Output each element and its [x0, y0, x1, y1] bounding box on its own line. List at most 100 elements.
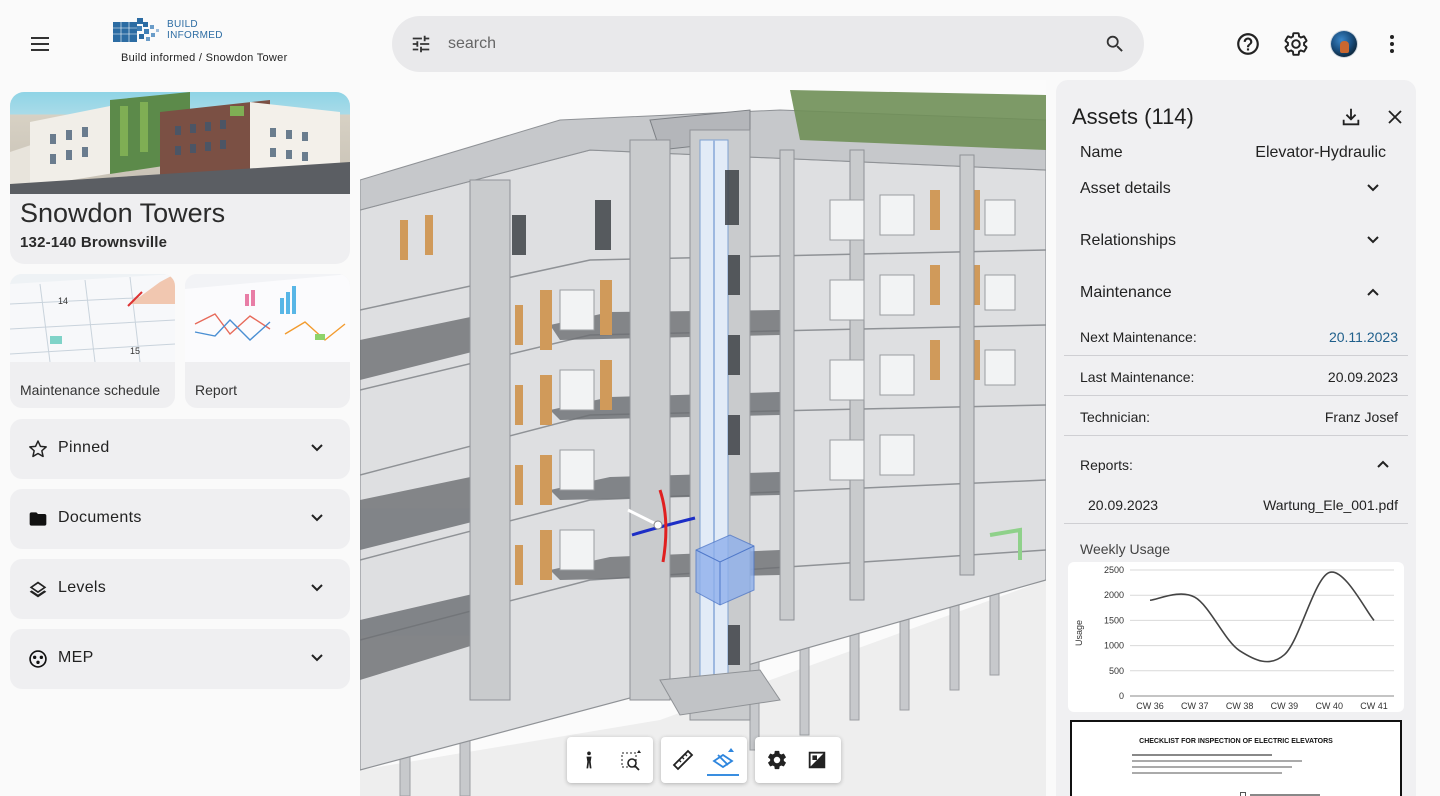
gear-icon[interactable]	[1283, 31, 1309, 57]
accordion-levels[interactable]: Levels	[10, 559, 350, 619]
calendar-thumbnail: 14 15	[10, 274, 175, 362]
section-box-icon	[712, 748, 734, 769]
person-icon	[586, 751, 592, 769]
tile-label: Report	[195, 382, 238, 398]
chevron-up-icon	[1377, 460, 1389, 468]
accordion-label: Documents	[58, 509, 142, 526]
report-date: 20.09.2023	[1088, 497, 1159, 513]
assets-panel: Assets (114) Name Elevator-Hydraulic Ass…	[1056, 80, 1416, 796]
accordion-label: Pinned	[58, 439, 110, 456]
chevron-down-icon	[311, 514, 323, 522]
report-file[interactable]: Wartung_Ele_001.pdf	[1263, 497, 1398, 513]
accordion-documents[interactable]: Documents	[10, 489, 350, 549]
model-browser-button[interactable]	[801, 744, 833, 776]
tile-maintenance-schedule[interactable]: 14 15 Maintenance schedule	[10, 274, 175, 408]
building-model[interactable]	[360, 80, 1046, 796]
star-icon	[29, 440, 47, 458]
gear-icon	[768, 750, 786, 770]
ruler-icon	[672, 749, 694, 771]
zoom-window-button[interactable]	[615, 744, 647, 776]
usage-series-line	[1149, 571, 1375, 663]
document-text-line	[1132, 772, 1282, 774]
section-button[interactable]	[707, 744, 739, 776]
chevron-down-icon	[311, 584, 323, 592]
settings-toolbar	[755, 737, 841, 783]
y-tick-label: 2000	[1104, 590, 1124, 600]
chart-svg: 0 500 1000 1500 2000 2500 CW 36 CW 37 CW 38 CW 39…	[1074, 565, 1394, 711]
project-card[interactable]: Snowdon Towers 132-140 Brownsville	[10, 92, 350, 264]
next-maintenance-label: Next Maintenance:	[1080, 329, 1197, 345]
weekly-usage-chart: 0 500 1000 1500 2000 2500 CW 36 CW 37 CW 38 CW 39…	[1068, 562, 1404, 712]
y-tick-label: 500	[1109, 666, 1124, 676]
x-tick-label: CW 39	[1271, 701, 1299, 711]
x-tick-label: CW 36	[1136, 701, 1164, 711]
project-address: 132-140 Brownsville	[20, 234, 168, 251]
document-text-line	[1132, 754, 1272, 756]
close-icon[interactable]	[1386, 108, 1404, 126]
walk-mode-button[interactable]	[573, 744, 605, 776]
section-maintenance[interactable]: Maintenance	[1080, 284, 1380, 302]
chevron-up-icon	[1367, 288, 1379, 296]
chevron-down-icon	[311, 444, 323, 452]
top-bar: BUILD INFORMED Build informed / Snowdon …	[0, 0, 1440, 80]
contrast-icon	[808, 751, 826, 769]
svg-text:15: 15	[130, 346, 140, 356]
folder-icon	[29, 512, 47, 526]
search-bar	[392, 16, 1144, 72]
next-maintenance-value[interactable]: 20.11.2023	[1329, 329, 1398, 345]
y-tick-label: 1500	[1104, 615, 1124, 625]
chevron-down-icon	[311, 654, 323, 662]
accordion-pinned[interactable]: Pinned	[10, 419, 350, 479]
document-title: CHECKLIST FOR INSPECTION OF ELECTRIC ELE…	[1139, 738, 1333, 745]
reports-row[interactable]: Reports:	[1064, 444, 1408, 484]
help-icon[interactable]	[1235, 31, 1261, 57]
filter-icon[interactable]	[410, 33, 432, 55]
x-tick-label: CW 41	[1360, 701, 1388, 711]
navigation-toolbar	[567, 737, 653, 783]
accordion-label: MEP	[58, 649, 94, 666]
document-preview[interactable]: CHECKLIST FOR INSPECTION OF ELECTRIC ELE…	[1070, 720, 1402, 796]
project-title: Snowdon Towers	[20, 198, 226, 228]
section-label: Relationships	[1080, 232, 1177, 249]
viewer-settings-button[interactable]	[761, 744, 793, 776]
section-label: Maintenance	[1080, 284, 1172, 301]
y-tick-label: 0	[1119, 691, 1124, 701]
search-icon[interactable]	[1104, 33, 1126, 55]
menu-icon[interactable]	[26, 30, 54, 58]
mep-icon	[29, 650, 47, 668]
y-tick-label: 2500	[1104, 565, 1124, 575]
search-input[interactable]	[448, 30, 1068, 58]
project-image	[10, 92, 350, 194]
report-thumbnail	[185, 274, 350, 362]
tile-report[interactable]: Report	[185, 274, 350, 408]
chevron-down-icon	[1367, 184, 1379, 192]
svg-text:14: 14	[58, 296, 68, 306]
technician-row: Technician: Franz Josef	[1064, 396, 1408, 436]
chevron-down-icon	[1367, 236, 1379, 244]
last-maintenance-row: Last Maintenance: 20.09.2023	[1064, 356, 1408, 396]
model-viewer[interactable]	[360, 80, 1046, 796]
avatar[interactable]	[1331, 31, 1357, 57]
name-value: Elevator-Hydraulic	[1255, 144, 1386, 161]
section-asset-details[interactable]: Asset details	[1080, 180, 1380, 198]
measure-button[interactable]	[667, 744, 699, 776]
accordion-label: Levels	[58, 579, 107, 596]
technician-label: Technician:	[1080, 409, 1151, 425]
technician-value: Franz Josef	[1324, 409, 1398, 425]
brand-name: BUILD INFORMED	[167, 19, 223, 41]
more-vert-icon[interactable]	[1380, 31, 1404, 57]
y-axis-label: Usage	[1074, 620, 1084, 646]
section-relationships[interactable]: Relationships	[1080, 232, 1380, 250]
logo-icon	[113, 18, 159, 42]
document-text-line	[1132, 766, 1292, 768]
last-maintenance-label: Last Maintenance:	[1080, 369, 1195, 385]
last-maintenance-value: 20.09.2023	[1327, 369, 1398, 385]
y-tick-label: 1000	[1104, 641, 1124, 651]
report-item[interactable]: 20.09.2023 Wartung_Ele_001.pdf	[1064, 484, 1408, 524]
download-icon[interactable]	[1340, 106, 1362, 128]
name-label: Name	[1080, 144, 1123, 161]
accordion-mep[interactable]: MEP	[10, 629, 350, 689]
x-tick-label: CW 38	[1226, 701, 1254, 711]
x-tick-label: CW 37	[1181, 701, 1209, 711]
breadcrumb[interactable]: Build informed / Snowdon Tower	[121, 52, 288, 64]
